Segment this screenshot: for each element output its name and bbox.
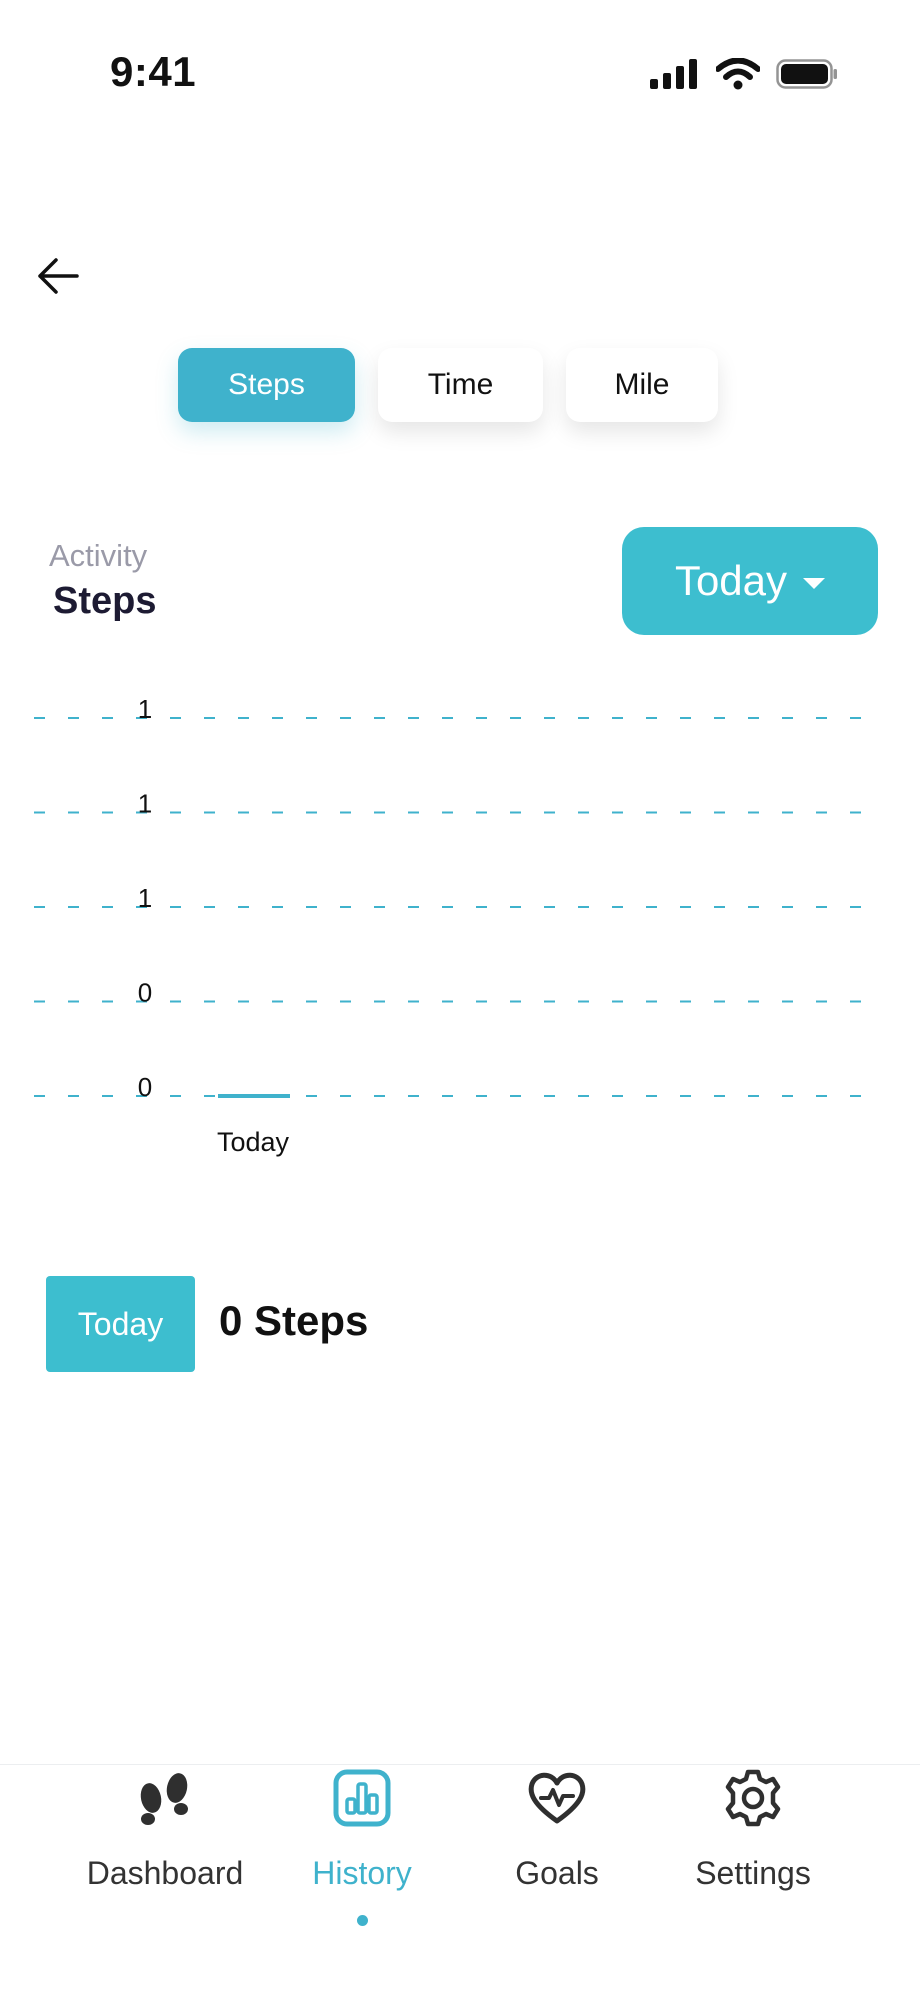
- nav-item-goals[interactable]: Goals: [457, 1765, 657, 1965]
- tab-mile[interactable]: Mile: [566, 348, 718, 422]
- back-arrow-icon: [35, 256, 81, 301]
- battery-icon: [776, 59, 838, 94]
- x-tick-label: Today: [217, 1127, 290, 1157]
- nav-label-goals: Goals: [515, 1855, 599, 1891]
- status-icons: [650, 57, 838, 95]
- bottom-nav: Dashboard History Goals Settings: [0, 1764, 920, 2001]
- nav-item-settings[interactable]: Settings: [653, 1765, 853, 1965]
- heart-pulse-icon: [526, 1767, 588, 1829]
- tab-mile-label: Mile: [614, 368, 670, 401]
- summary-period-label: Today: [77, 1305, 164, 1342]
- gear-icon: [722, 1767, 784, 1829]
- tab-steps-label: Steps: [228, 368, 305, 401]
- status-bar: 9:41: [0, 0, 920, 150]
- tab-time[interactable]: Time: [378, 348, 543, 422]
- nav-label-dashboard: Dashboard: [86, 1855, 244, 1891]
- y-tick-label: 1: [138, 789, 152, 819]
- range-dropdown-label: Today: [674, 557, 788, 604]
- wifi-icon: [715, 57, 761, 95]
- range-dropdown[interactable]: Today: [622, 527, 878, 635]
- summary-period-badge: Today: [46, 1276, 195, 1372]
- tab-time-label: Time: [427, 368, 494, 401]
- steps-chart: 1 1 1 0 0 Today: [34, 694, 872, 1157]
- activity-metric-title: Steps: [53, 580, 157, 622]
- cellular-signal-icon: [650, 59, 700, 94]
- nav-label-settings: Settings: [695, 1855, 811, 1891]
- bar-chart-icon: [331, 1767, 393, 1829]
- y-tick-label: 0: [138, 978, 152, 1008]
- summary-value: 0 Steps: [219, 1297, 369, 1344]
- active-indicator-dot: [357, 1915, 368, 1926]
- y-tick-label: 0: [138, 1072, 152, 1102]
- nav-label-history: History: [312, 1855, 412, 1891]
- y-tick-label: 1: [138, 883, 152, 913]
- chart-bar: [218, 1094, 290, 1098]
- nav-item-dashboard[interactable]: Dashboard: [65, 1765, 265, 1965]
- caret-down-icon: [803, 577, 826, 589]
- footprints-icon: [134, 1767, 196, 1829]
- tab-steps[interactable]: Steps: [178, 348, 355, 422]
- nav-item-history[interactable]: History: [262, 1765, 462, 1965]
- back-button[interactable]: [28, 252, 88, 304]
- y-tick-label: 1: [138, 694, 152, 724]
- activity-label: Activity: [49, 538, 148, 573]
- status-time: 9:41: [110, 48, 197, 95]
